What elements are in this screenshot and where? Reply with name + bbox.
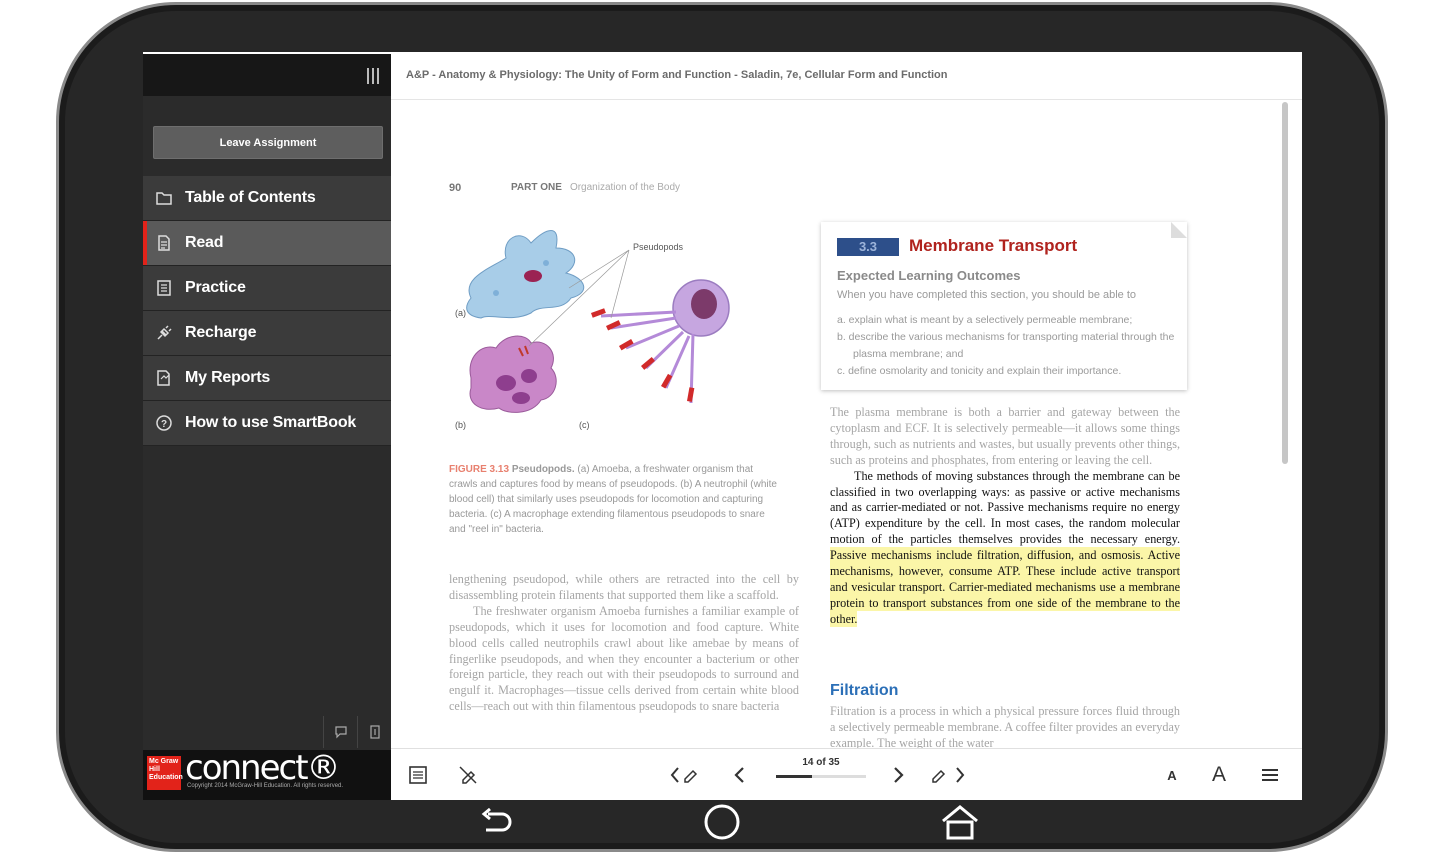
sidebar-item-table-of-contents[interactable]: Table of Contents <box>143 176 391 221</box>
previous-highlight-icon[interactable] <box>669 761 709 789</box>
notes-icon[interactable] <box>405 761 431 789</box>
connect-logo: connect® <box>185 748 341 788</box>
sidebar-tools <box>323 716 391 748</box>
sidebar-top-bar <box>143 52 391 96</box>
sidebar-item-label: Read <box>185 234 224 251</box>
copyright-text: Copyright 2014 McGraw-Hill Education. Al… <box>187 783 344 789</box>
page-progress-fill <box>776 775 812 778</box>
reader-header: A&P - Anatomy & Physiology: The Unity of… <box>391 52 1302 100</box>
report-icon <box>143 369 185 387</box>
svg-text:?: ? <box>161 419 167 430</box>
part-label: PART ONE <box>511 182 562 193</box>
app-screen: Leave Assignment Table of Contents Read … <box>143 52 1302 800</box>
section-title: Membrane Transport <box>909 236 1078 255</box>
part-title: Organization of the Body <box>569 182 681 193</box>
mcgraw-hill-logo: Mc Graw Hill Education <box>147 756 183 790</box>
collapse-sidebar-icon[interactable] <box>367 68 379 84</box>
page-fold <box>1171 222 1187 238</box>
label-pseudopods: Pseudopods <box>633 242 684 252</box>
page-number: 90 <box>449 182 462 194</box>
device-back-icon[interactable] <box>480 807 514 843</box>
sidebar: Leave Assignment Table of Contents Read … <box>143 52 391 800</box>
page-indicator: 14 of 35 <box>802 757 840 768</box>
list-icon <box>143 279 185 297</box>
page-progress-bar <box>776 775 866 778</box>
outcomes-heading: Expected Learning Outcomes <box>837 268 1021 283</box>
paragraph: The freshwater organism Amoeba furnishes… <box>449 603 799 714</box>
filtration-paragraph: Filtration is a process in which a physi… <box>830 704 1180 748</box>
outcomes-intro: When you have completed this section, yo… <box>837 289 1137 301</box>
device-recents-icon[interactable] <box>940 804 980 847</box>
decrease-font-button[interactable]: A <box>1161 761 1183 789</box>
reader-toolbar: 14 of 35 A A <box>391 748 1302 800</box>
book-page: 90 PART ONE Organization of the Body Pse… <box>391 100 1281 748</box>
folder-icon <box>143 189 185 207</box>
sidebar-item-read[interactable]: Read <box>143 221 391 266</box>
filtration-heading: Filtration <box>830 682 899 699</box>
label-a: (a) <box>455 308 466 318</box>
highlighted-text[interactable]: Passive mechanisms include filtration, d… <box>830 547 1180 627</box>
sidebar-item-my-reports[interactable]: My Reports <box>143 356 391 401</box>
sidebar-item-label: Practice <box>185 279 246 296</box>
figure-caption: FIGURE 3.13 Pseudopods. (a) Amoeba, a fr… <box>449 462 784 537</box>
leave-assignment-button[interactable]: Leave Assignment <box>153 126 383 159</box>
next-highlight-icon[interactable] <box>929 761 969 789</box>
device-home-icon[interactable] <box>703 803 741 846</box>
menu-icon[interactable] <box>1257 761 1283 789</box>
sidebar-item-label: Table of Contents <box>185 189 316 206</box>
page-part: PART ONE Organization of the Body <box>511 182 680 193</box>
paragraph-text: The methods of moving substances through… <box>830 468 1180 547</box>
sidebar-item-recharge[interactable]: Recharge <box>143 311 391 356</box>
figure-pseudopods: Pseudopods (a) (b) (c) <box>451 218 751 448</box>
increase-font-button[interactable]: A <box>1207 761 1231 789</box>
pseudopods-illustration <box>466 230 730 413</box>
next-page-icon[interactable] <box>887 761 909 789</box>
label-c: (c) <box>579 420 590 430</box>
learning-outcomes-box: 3.3 Membrane Transport Expected Learning… <box>821 222 1187 390</box>
sidebar-item-practice[interactable]: Practice <box>143 266 391 311</box>
figure-title: Pseudopods. <box>511 464 575 475</box>
sidebar-item-label: How to use SmartBook <box>185 414 357 431</box>
comment-icon[interactable] <box>323 716 357 748</box>
paragraph: The methods of moving substances through… <box>830 469 1180 628</box>
list-item: c. define osmolarity and tonicity and ex… <box>837 365 1122 377</box>
document-icon <box>143 234 185 252</box>
section-number: 3.3 <box>837 238 899 256</box>
figure-number: FIGURE 3.13 <box>449 464 510 475</box>
scrollbar[interactable] <box>1282 102 1288 464</box>
highlighter-off-icon[interactable] <box>455 761 481 789</box>
sidebar-menu: Table of Contents Read Practice Recharge <box>143 176 391 446</box>
list-item: a. explain what is meant by a selectivel… <box>837 314 1133 326</box>
paragraph: lengthening pseudopod, while others are … <box>449 572 799 602</box>
plug-icon <box>143 324 185 342</box>
sidebar-item-how-to-use[interactable]: ? How to use SmartBook <box>143 401 391 446</box>
reader-area: A&P - Anatomy & Physiology: The Unity of… <box>391 52 1302 800</box>
list-item: b. describe the various mechanisms for t… <box>837 331 1175 360</box>
sidebar-item-label: My Reports <box>185 369 271 386</box>
previous-page-icon[interactable] <box>729 761 751 789</box>
left-column-text: lengthening pseudopod, while others are … <box>449 572 799 715</box>
exit-icon[interactable] <box>357 716 391 748</box>
label-b: (b) <box>455 420 466 430</box>
help-icon: ? <box>143 414 185 432</box>
brand-footer: Mc Graw Hill Education connect® Copyrigh… <box>143 748 391 800</box>
outcomes-list: a. explain what is meant by a selectivel… <box>837 312 1177 380</box>
paragraph: The plasma membrane is both a barrier an… <box>830 405 1180 467</box>
right-column-text: The plasma membrane is both a barrier an… <box>830 405 1180 628</box>
book-title: A&P - Anatomy & Physiology: The Unity of… <box>406 69 948 81</box>
sidebar-item-label: Recharge <box>185 324 257 341</box>
